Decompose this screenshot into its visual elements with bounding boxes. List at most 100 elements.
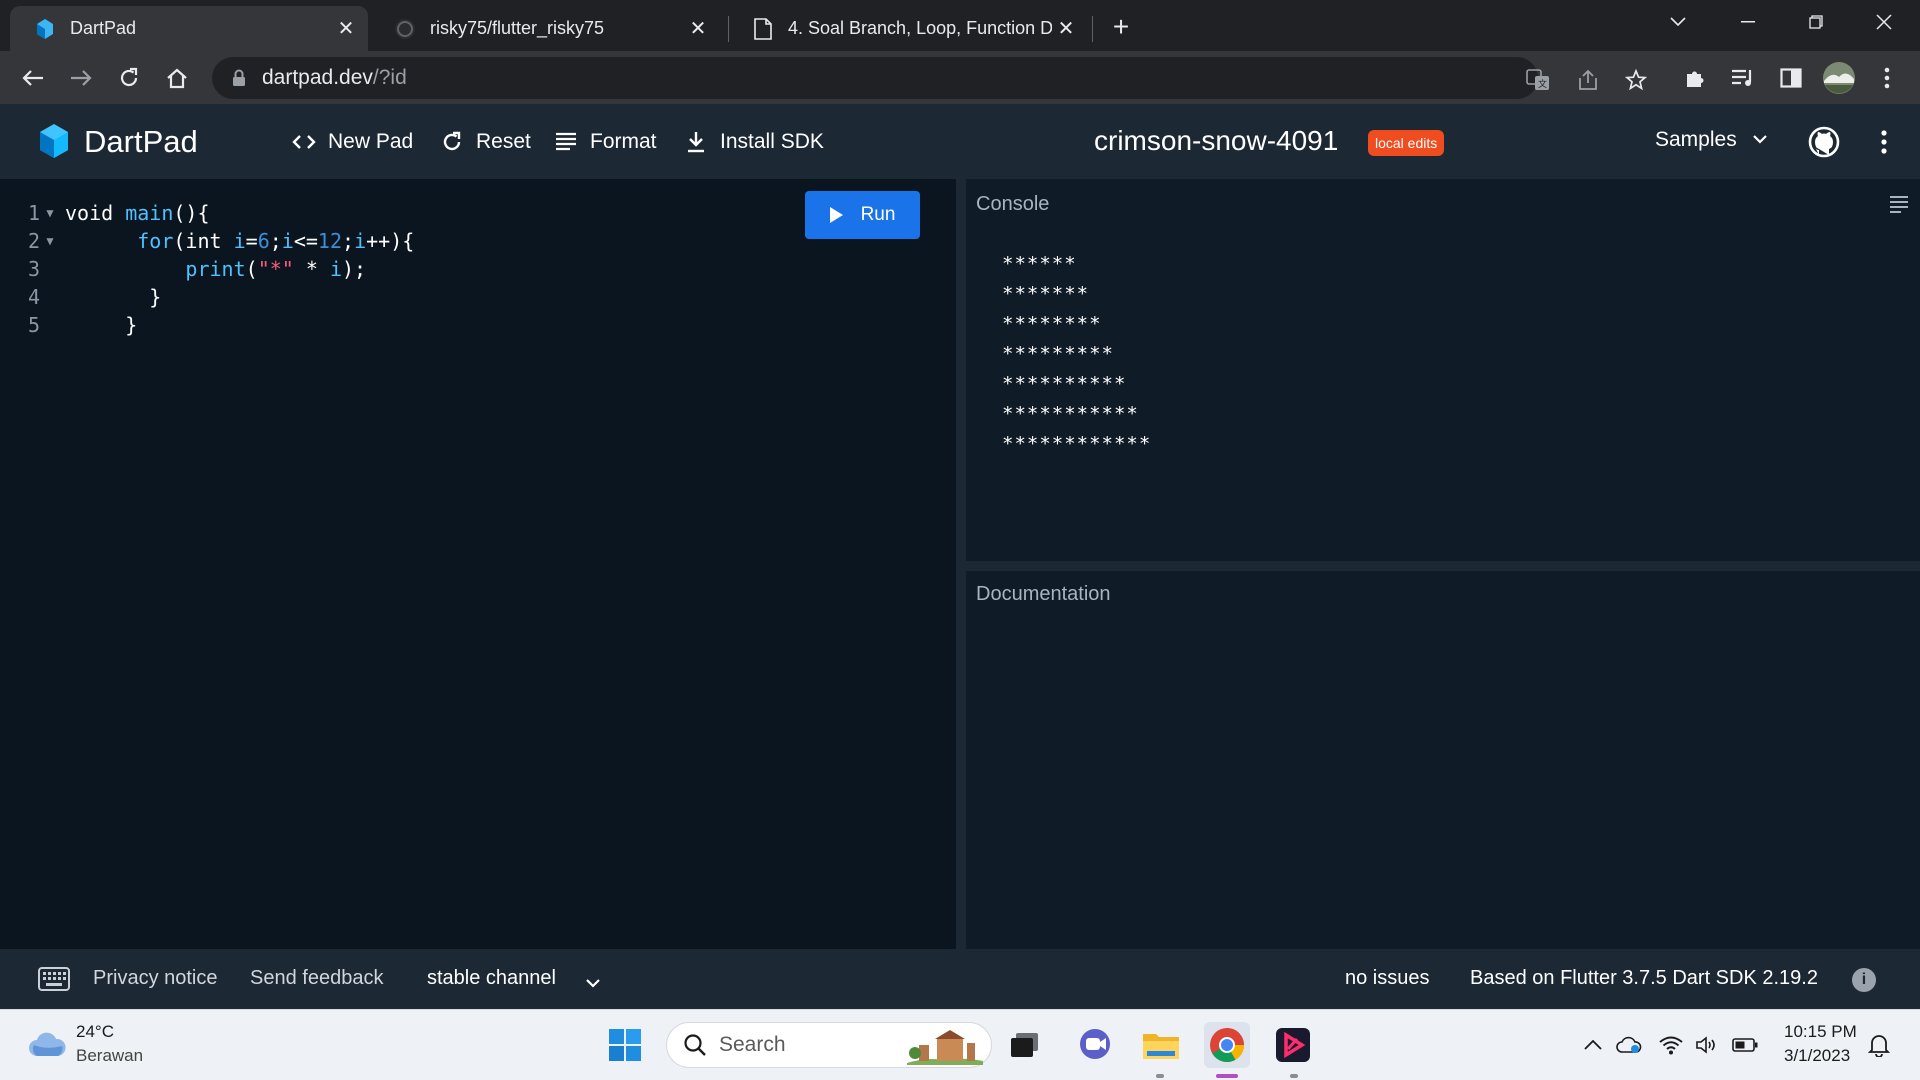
tab-soal[interactable]: 4. Soal Branch, Loop, Function Da ✕ [728, 6, 1088, 51]
onedrive-icon[interactable] [1614, 1030, 1644, 1060]
extensions-puzzle-icon[interactable] [1676, 59, 1714, 97]
volume-icon[interactable] [1692, 1030, 1722, 1060]
reset-button[interactable]: Reset [438, 126, 531, 158]
translate-icon[interactable]: 文 [1524, 66, 1552, 94]
format-label: Format [590, 130, 657, 153]
info-icon[interactable]: i [1852, 968, 1876, 992]
lock-icon[interactable] [230, 69, 248, 87]
documentation-title: Documentation [976, 583, 1111, 605]
profile-avatar[interactable] [1820, 59, 1858, 97]
cloud-weather-icon[interactable] [28, 1032, 66, 1058]
line-number: 1 [27, 201, 40, 225]
browser-menu-icon[interactable] [1868, 59, 1906, 97]
pad-name[interactable]: crimson-snow-4091 [1094, 125, 1338, 157]
install-sdk-label: Install SDK [720, 130, 824, 153]
tab-search-chevron-icon[interactable] [1644, 0, 1712, 44]
weather-description[interactable]: Berawan [76, 1046, 143, 1066]
reload-icon[interactable] [110, 59, 148, 97]
console-output-line: *********** [1002, 403, 1139, 425]
code-line: 5 } [0, 311, 137, 339]
run-label: Run [860, 204, 896, 225]
fold-arrow-icon[interactable]: ▼ [40, 199, 60, 227]
tab-dartpad[interactable]: DartPad ✕ [10, 6, 368, 51]
task-view-icon[interactable] [1002, 1022, 1048, 1068]
documentation-panel: Documentation [966, 571, 1920, 949]
console-output-line: ********** [1002, 373, 1127, 395]
file-explorer-icon[interactable] [1138, 1022, 1184, 1068]
minimize-icon[interactable] [1714, 0, 1782, 44]
media-queue-icon[interactable] [1724, 59, 1762, 97]
horizontal-splitter[interactable] [966, 561, 1920, 571]
tab-title: DartPad [70, 18, 137, 38]
refresh-icon [438, 128, 466, 156]
privacy-notice-link[interactable]: Privacy notice [93, 967, 218, 990]
close-tab-icon[interactable]: ✕ [332, 15, 360, 43]
channel-select[interactable]: stable channel [427, 967, 556, 990]
tab-separator [1092, 16, 1093, 42]
run-button[interactable]: Run [805, 191, 920, 239]
dartpad-favicon-icon [34, 18, 56, 40]
address-bar[interactable]: dartpad.dev/?id 文 [212, 57, 1647, 99]
line-number: 4 [27, 285, 40, 309]
status-badge: local edits [1368, 130, 1445, 156]
reset-label: Reset [476, 130, 531, 153]
console-title: Console [976, 193, 1050, 215]
browser-toolbar: dartpad.dev/?id 文 [0, 51, 1920, 104]
install-sdk-button[interactable]: Install SDK [682, 126, 824, 158]
windows-start-icon[interactable] [602, 1022, 648, 1068]
battery-icon[interactable] [1730, 1030, 1760, 1060]
wifi-icon[interactable] [1656, 1030, 1686, 1060]
running-indicator [1156, 1074, 1164, 1078]
teams-chat-icon[interactable] [1072, 1022, 1118, 1068]
back-arrow-icon[interactable] [14, 59, 52, 97]
clear-console-icon[interactable] [1888, 193, 1910, 215]
close-tab-icon[interactable]: ✕ [684, 15, 712, 43]
console-output-line: ******* [1002, 283, 1090, 305]
clock-time[interactable]: 10:15 PM [1784, 1022, 1857, 1042]
dartpad-header: DartPad New Pad Reset Format Install SDK… [0, 104, 1920, 179]
weather-temperature[interactable]: 24°C [76, 1022, 114, 1042]
app-title[interactable]: DartPad [84, 124, 198, 160]
console-output-line: ****** [1002, 253, 1077, 275]
side-panel-icon[interactable] [1772, 59, 1810, 97]
browser-tab-strip: DartPad ✕ risky75/flutter_risky75 ✕ 4. S… [0, 0, 1920, 51]
chrome-taskbar-icon[interactable] [1204, 1022, 1250, 1068]
url-path: /?id [372, 66, 407, 89]
tab-title: risky75/flutter_risky75 [430, 18, 605, 38]
chevron-up-icon[interactable] [1578, 1030, 1608, 1060]
notification-bell-icon[interactable] [1864, 1030, 1894, 1060]
issues-status[interactable]: no issues [1345, 967, 1430, 990]
keyboard-icon[interactable] [38, 967, 70, 991]
close-window-icon[interactable] [1850, 0, 1918, 44]
vertical-splitter[interactable] [956, 179, 966, 949]
share-icon[interactable] [1574, 66, 1602, 94]
media-app-icon[interactable] [1270, 1022, 1316, 1068]
sdk-version: Based on Flutter 3.7.5 Dart SDK 2.19.2 [1470, 967, 1818, 989]
console-output-line: ********* [1002, 343, 1114, 365]
code-editor[interactable]: 1 ▼ void main(){ 2 ▼ for(int i=6;i<=12;i… [0, 179, 956, 949]
samples-label: Samples [1655, 128, 1737, 151]
chevron-down-icon[interactable] [586, 971, 600, 994]
search-highlight-icon [907, 1030, 983, 1065]
code-icon [290, 128, 318, 156]
chevron-down-icon [1752, 131, 1767, 149]
more-menu-icon[interactable] [1872, 126, 1896, 158]
samples-dropdown[interactable]: Samples [1655, 128, 1767, 152]
format-button[interactable]: Format [552, 126, 657, 158]
github-icon[interactable] [1808, 126, 1840, 158]
fold-arrow-icon[interactable]: ▼ [40, 227, 60, 255]
github-favicon-icon [394, 18, 416, 40]
close-tab-icon[interactable]: ✕ [1052, 15, 1080, 43]
document-favicon-icon [752, 17, 774, 40]
taskbar-search[interactable]: Search [666, 1022, 992, 1068]
home-icon[interactable] [158, 59, 196, 97]
line-number: 2 [27, 229, 40, 253]
forward-arrow-icon[interactable] [62, 59, 100, 97]
tab-github[interactable]: risky75/flutter_risky75 ✕ [370, 6, 720, 51]
send-feedback-link[interactable]: Send feedback [250, 967, 383, 990]
new-pad-button[interactable]: New Pad [290, 126, 413, 158]
clock-date[interactable]: 3/1/2023 [1784, 1046, 1850, 1066]
restore-icon[interactable] [1782, 0, 1850, 44]
bookmark-star-icon[interactable] [1622, 66, 1650, 94]
new-tab-button[interactable]: + [1104, 10, 1138, 44]
